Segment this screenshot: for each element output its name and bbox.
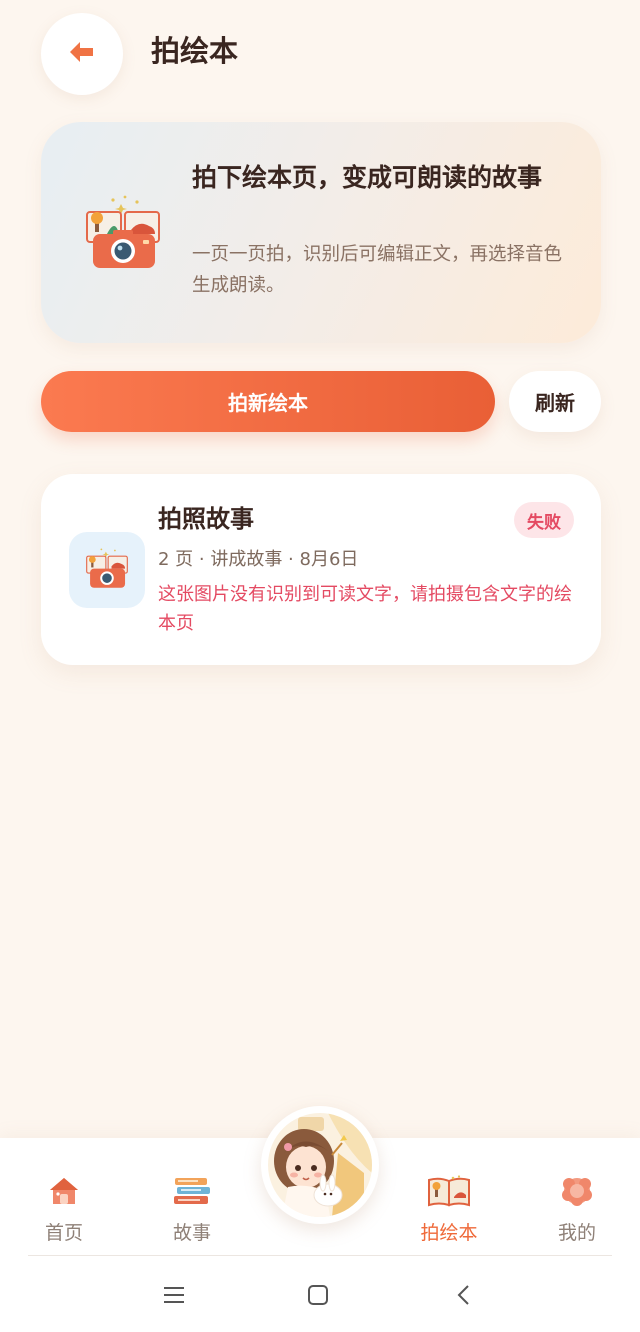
hero-card: 拍下绘本页，变成可朗读的故事 一页一页拍，识别后可编辑正文，再选择音色生成朗读。 xyxy=(41,122,601,343)
system-navigation-bar xyxy=(0,1256,640,1332)
home-icon xyxy=(47,1174,81,1208)
picture-book-icon xyxy=(427,1174,471,1208)
arrow-left-icon xyxy=(69,41,95,67)
profile-icon xyxy=(560,1174,594,1208)
hero-description: 一页一页拍，识别后可编辑正文，再选择音色生成朗读。 xyxy=(192,244,563,296)
camera-book-icon xyxy=(85,546,129,594)
tab-label-stories: 故事 xyxy=(172,1222,211,1244)
books-icon xyxy=(172,1174,212,1208)
tab-home[interactable]: 首页 xyxy=(0,1138,128,1256)
story-title: 拍照故事 xyxy=(158,505,254,533)
back-button[interactable] xyxy=(41,13,123,95)
story-error-message: 这张图片没有识别到可读文字，请拍摄包含文字的绘本页 xyxy=(158,584,572,634)
page-title: 拍绘本 xyxy=(151,34,239,68)
story-card[interactable]: 拍照故事 失败 2 页 · 讲成故事 · 8月6日 这张图片没有识别到可读文字，… xyxy=(41,474,601,665)
back-chevron-icon[interactable] xyxy=(447,1278,481,1312)
tab-label-home: 首页 xyxy=(44,1222,83,1244)
story-meta: 2 页 · 讲成故事 · 8月6日 xyxy=(158,549,359,570)
tab-profile[interactable]: 我的 xyxy=(513,1138,640,1256)
tab-stories[interactable]: 故事 xyxy=(128,1138,256,1256)
tab-label-picture-book: 拍绘本 xyxy=(420,1222,478,1244)
tab-picture-book[interactable]: 拍绘本 xyxy=(385,1138,513,1256)
camera-book-icon xyxy=(85,194,161,276)
girl-avatar[interactable] xyxy=(261,1106,379,1224)
new-picture-book-button[interactable]: 拍新绘本 xyxy=(41,371,495,432)
hero-title: 拍下绘本页，变成可朗读的故事 xyxy=(192,163,543,192)
refresh-button[interactable]: 刷新 xyxy=(509,371,601,432)
tab-label-profile: 我的 xyxy=(557,1222,596,1244)
menu-icon[interactable] xyxy=(157,1278,191,1312)
story-thumbnail xyxy=(69,532,145,608)
status-badge: 失败 xyxy=(514,502,574,538)
home-square-icon[interactable] xyxy=(301,1278,335,1312)
